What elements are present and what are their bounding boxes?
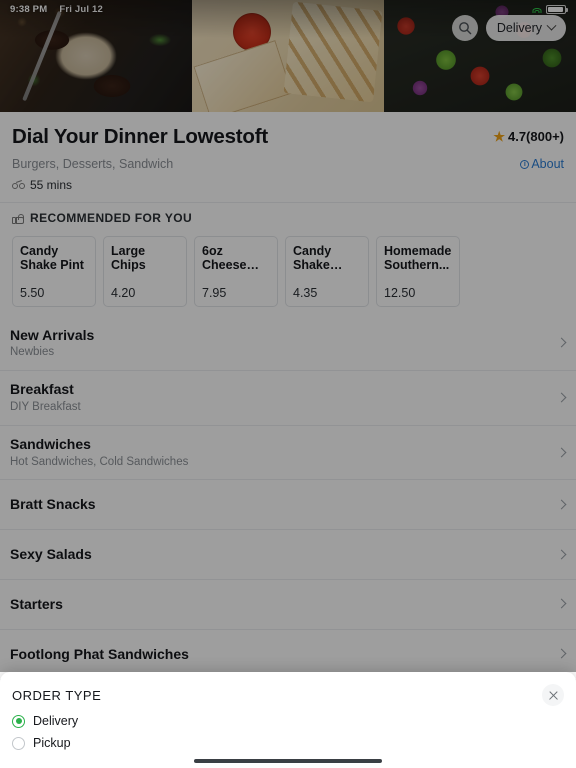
chevron-right-icon	[556, 499, 567, 510]
menu-category-row[interactable]: Breakfast DIY Breakfast	[0, 371, 576, 426]
recommended-card-price: 4.35	[293, 285, 318, 300]
recommended-card[interactable]: Large Chips 4.20	[103, 235, 187, 307]
menu-category-row[interactable]: Starters	[0, 580, 576, 630]
recommended-card-name: Candy Shake Pint	[20, 243, 84, 273]
recommended-card-price: 12.50	[384, 285, 416, 300]
restaurant-page: 9:38 PM Fri Jul 12 Delivery Dial Your Di…	[0, 0, 576, 768]
recommended-card-price: 4.20	[111, 285, 136, 300]
menu-category-subtitle: Hot Sandwiches, Cold Sandwiches	[10, 455, 189, 468]
wifi-icon	[532, 5, 542, 13]
order-type-sheet-title: ORDER TYPE	[12, 687, 102, 703]
rating-badge: ★ 4.7(800+)	[493, 129, 564, 144]
recommended-card[interactable]: Candy Shake Pint 5.50	[12, 235, 96, 307]
recommended-heading: RECOMMENDED FOR YOU	[12, 211, 576, 225]
recommended-card-price: 7.95	[202, 285, 227, 300]
about-link[interactable]: i About	[520, 157, 564, 171]
order-type-sheet: ORDER TYPE Delivery Pickup	[0, 672, 576, 768]
chevron-right-icon	[556, 447, 567, 457]
menu-category-title: New Arrivals	[10, 326, 95, 343]
recommended-carousel[interactable]: Candy Shake Pint 5.50 Large Chips 4.20 6…	[12, 235, 576, 307]
chevron-down-icon	[546, 20, 557, 31]
recommended-card-name: Large Chips	[111, 243, 146, 273]
order-type-option-pickup[interactable]: Pickup	[0, 728, 576, 750]
chevron-right-icon	[556, 392, 567, 403]
recommended-card-name: 6oz Cheese And Baco...	[202, 243, 247, 273]
menu-category-title: Footlong Phat Sandwiches	[10, 645, 189, 662]
close-icon	[548, 690, 559, 701]
delivery-eta-label: 55 mins	[30, 177, 73, 192]
radio-delivery[interactable]	[12, 714, 25, 728]
search-button[interactable]	[451, 15, 478, 41]
restaurant-header: Dial Your Dinner Lowestoft Burgers, Dess…	[0, 112, 576, 202]
rating-value: 4.7(800+)	[507, 129, 564, 144]
close-button[interactable]	[542, 684, 564, 706]
info-icon: i	[520, 159, 530, 169]
recommended-heading-label: RECOMMENDED FOR YOU	[30, 210, 193, 225]
order-type-selector-label: Delivery	[496, 21, 542, 35]
delivery-eta: 55 mins	[12, 178, 564, 192]
menu-category-title: Sexy Salads	[10, 546, 92, 563]
order-type-selector-button[interactable]: Delivery	[485, 15, 566, 41]
order-type-option-label: Pickup	[33, 736, 71, 750]
status-bar-date: Fri Jul 12	[59, 3, 104, 15]
thumbs-up-icon	[12, 212, 24, 224]
status-bar-time: 9:38 PM	[10, 3, 48, 15]
menu-category-row[interactable]: Bratt Snacks	[0, 480, 576, 531]
menu-category-title: Bratt Snacks	[10, 496, 96, 513]
about-link-label: About	[531, 157, 564, 171]
chevron-right-icon	[556, 549, 567, 559]
hero-banner: 9:38 PM Fri Jul 12 Delivery	[0, 0, 576, 112]
recommended-card-price: 5.50	[20, 285, 45, 300]
status-bar-indicators	[532, 4, 568, 14]
radio-pickup[interactable]	[12, 736, 25, 750]
recommended-section: RECOMMENDED FOR YOU Candy Shake Pint 5.5…	[0, 201, 576, 317]
recommended-card[interactable]: Homemade Southern... 12.50	[376, 235, 460, 307]
order-type-option-delivery[interactable]: Delivery	[0, 706, 576, 728]
app-root: 9:38 PM Fri Jul 12 Delivery Dial Your Di…	[0, 0, 576, 768]
recommended-card[interactable]: 6oz Cheese And Baco... 7.95	[194, 235, 278, 307]
star-icon: ★	[493, 129, 505, 144]
menu-category-title: Breakfast	[10, 381, 74, 398]
chevron-right-icon	[556, 648, 567, 659]
menu-category-row[interactable]: Sandwiches Hot Sandwiches, Cold Sandwich…	[0, 426, 576, 481]
recommended-card-name: Homemade Southern...	[384, 243, 452, 273]
chevron-right-icon	[556, 337, 567, 348]
order-type-sheet-header: ORDER TYPE	[0, 672, 576, 706]
home-indicator	[194, 759, 382, 763]
restaurant-categories: Burgers, Desserts, Sandwich	[12, 156, 174, 171]
chevron-right-icon	[556, 598, 567, 609]
battery-icon	[546, 4, 568, 14]
hero-controls: Delivery	[451, 15, 566, 41]
menu-category-row[interactable]: Sexy Salads	[0, 530, 576, 580]
menu-category-row[interactable]: New Arrivals Newbies	[0, 317, 576, 372]
recommended-card[interactable]: Candy Shake Hal... 4.35	[285, 235, 369, 307]
menu-category-subtitle: DIY Breakfast	[10, 400, 81, 413]
search-icon	[458, 22, 472, 35]
order-type-option-label: Delivery	[33, 714, 79, 728]
menu-category-subtitle: Newbies	[10, 346, 55, 359]
recommended-card-name: Candy Shake Hal...	[293, 243, 332, 273]
menu-category-title: Starters	[10, 595, 63, 612]
delivery-bike-icon	[12, 180, 25, 190]
page-title: Dial Your Dinner Lowestoft	[12, 125, 269, 148]
menu-category-title: Sandwiches	[10, 435, 91, 452]
